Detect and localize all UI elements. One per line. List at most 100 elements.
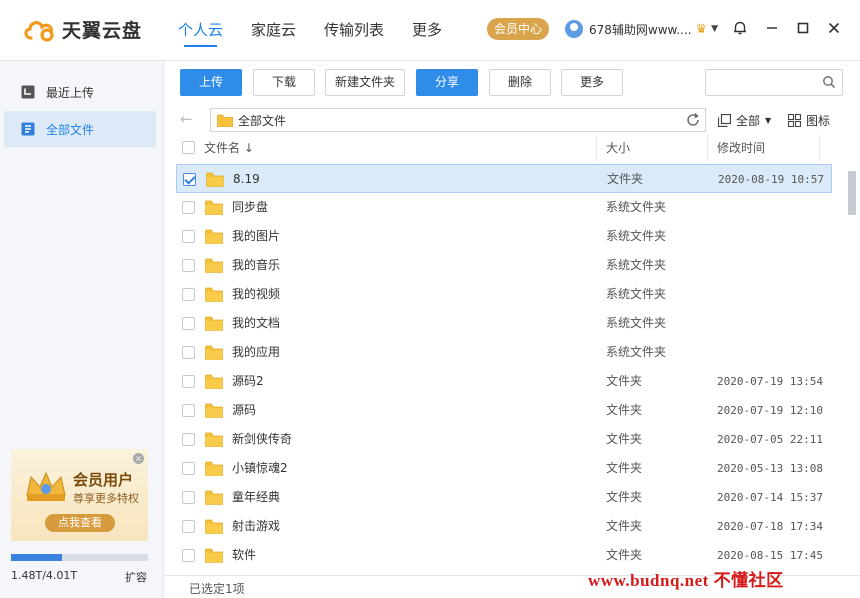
folder-icon (205, 490, 223, 505)
title-bar: 天翼云盘 个人云 家庭云 传输列表 更多 会员中心 678辅助网www.... … (0, 0, 860, 61)
column-divider[interactable] (819, 135, 820, 161)
refresh-icon[interactable] (685, 112, 701, 128)
column-header-name[interactable]: 文件名 ↓ (204, 135, 254, 161)
column-divider[interactable] (596, 135, 597, 161)
filter-label: 全部 (736, 114, 761, 128)
file-modified-date: 2020-05-13 13:08 (717, 462, 823, 475)
close-icon[interactable]: × (133, 453, 144, 464)
table-row[interactable]: 8.19 文件夹 2020-08-19 10:57 (176, 164, 832, 193)
column-header-modified[interactable]: 修改时间 (717, 135, 765, 161)
row-checkbox[interactable] (182, 491, 195, 504)
folder-icon (205, 403, 223, 418)
search-input[interactable] (712, 70, 824, 95)
row-checkbox[interactable] (183, 173, 196, 186)
minimize-icon[interactable] (760, 16, 784, 40)
main-nav: 个人云 家庭云 传输列表 更多 (178, 0, 470, 61)
watermark: www.budnq.net 不懂社区 (588, 571, 784, 590)
file-modified-date: 2020-07-14 15:37 (717, 491, 823, 504)
user-menu[interactable]: 678辅助网www.... ♛ ▼ (565, 18, 718, 40)
view-mode-toggle[interactable]: 图标 (788, 112, 830, 129)
file-name: 我的文档 (232, 316, 281, 330)
row-checkbox[interactable] (182, 201, 195, 214)
sidebar-item-label: 最近上传 (46, 85, 95, 100)
nav-more[interactable]: 更多 (412, 0, 442, 61)
row-checkbox[interactable] (182, 317, 195, 330)
download-button[interactable]: 下载 (253, 69, 315, 96)
nav-transfer-list[interactable]: 传输列表 (324, 0, 384, 61)
folder-icon (205, 519, 223, 534)
more-button[interactable]: 更多 (561, 69, 623, 96)
recent-upload-icon (20, 84, 36, 100)
file-name: 源码2 (232, 374, 264, 388)
row-checkbox[interactable] (182, 520, 195, 533)
table-row[interactable]: 同步盘 系统文件夹 (176, 193, 832, 222)
file-list: 8.19 文件夹 2020-08-19 10:57 同步盘 系统文件夹 我的图片 系统文件夹… (164, 161, 832, 575)
nav-personal-cloud[interactable]: 个人云 (178, 0, 223, 61)
row-checkbox[interactable] (182, 549, 195, 562)
file-name: 我的音乐 (232, 258, 281, 272)
table-row[interactable]: 小镇惊魂2 文件夹 2020-05-13 13:08 (176, 454, 832, 483)
delete-button[interactable]: 删除 (489, 69, 551, 96)
column-header-size[interactable]: 大小 (606, 135, 630, 161)
row-checkbox[interactable] (182, 230, 195, 243)
share-button[interactable]: 分享 (416, 69, 478, 96)
vip-crown-icon (26, 471, 66, 501)
scrollbar[interactable] (846, 161, 856, 575)
row-checkbox[interactable] (182, 375, 195, 388)
toolbar: 上传 下载 新建文件夹 分享 删除 更多 (164, 61, 860, 105)
column-divider[interactable] (707, 135, 708, 161)
row-checkbox[interactable] (182, 404, 195, 417)
expand-storage-link[interactable]: 扩容 (125, 569, 147, 585)
folder-icon (217, 114, 233, 127)
file-list-header: 文件名 ↓ 大小 修改时间 (164, 135, 832, 161)
file-type: 文件夹 (606, 519, 643, 533)
table-row[interactable]: 童年经典 文件夹 2020-07-14 15:37 (176, 483, 832, 512)
column-header-label: 文件名 (204, 141, 241, 155)
promo-title: 会员用户 (73, 471, 134, 489)
vip-promo-banner[interactable]: × 会员用户 尊享更多特权 点我查看 (11, 449, 148, 541)
close-icon[interactable] (822, 16, 846, 40)
file-type: 文件夹 (606, 490, 643, 504)
filter-dropdown[interactable]: 全部 ▼ (718, 112, 771, 129)
nav-family-cloud[interactable]: 家庭云 (251, 0, 296, 61)
back-arrow-icon[interactable]: ← (180, 110, 193, 128)
row-checkbox[interactable] (182, 462, 195, 475)
scrollbar-thumb[interactable] (848, 171, 856, 215)
upload-button[interactable]: 上传 (180, 69, 242, 96)
vip-center-button[interactable]: 会员中心 (487, 18, 549, 40)
storage-progress-fill (11, 554, 62, 561)
row-checkbox[interactable] (182, 288, 195, 301)
row-checkbox[interactable] (182, 259, 195, 272)
table-row[interactable]: 源码 文件夹 2020-07-19 12:10 (176, 396, 832, 425)
file-type: 系统文件夹 (606, 229, 667, 243)
folder-icon (205, 432, 223, 447)
table-row[interactable]: 我的音乐 系统文件夹 (176, 251, 832, 280)
bell-icon[interactable] (728, 16, 752, 40)
search-icon[interactable] (822, 75, 836, 89)
row-checkbox[interactable] (182, 433, 195, 446)
maximize-icon[interactable] (791, 16, 815, 40)
table-row[interactable]: 我的视频 系统文件夹 (176, 280, 832, 309)
file-type: 文件夹 (606, 374, 643, 388)
row-checkbox[interactable] (182, 346, 195, 359)
file-type: 系统文件夹 (606, 345, 667, 359)
file-name: 我的视频 (232, 287, 281, 301)
sidebar-item-label: 全部文件 (46, 122, 95, 137)
table-row[interactable]: 源码2 文件夹 2020-07-19 13:54 (176, 367, 832, 396)
promo-view-button[interactable]: 点我查看 (45, 514, 115, 532)
sidebar-item-recent-upload[interactable]: 最近上传 (4, 74, 156, 110)
file-type: 系统文件夹 (606, 316, 667, 330)
table-row[interactable]: 我的文档 系统文件夹 (176, 309, 832, 338)
table-row[interactable]: 射击游戏 文件夹 2020-07-18 17:34 (176, 512, 832, 541)
file-modified-date: 2020-08-19 10:57 (718, 173, 824, 186)
select-all-checkbox[interactable] (182, 141, 195, 154)
table-row[interactable]: 我的应用 系统文件夹 (176, 338, 832, 367)
table-row[interactable]: 我的图片 系统文件夹 (176, 222, 832, 251)
file-type: 系统文件夹 (606, 258, 667, 272)
breadcrumb-item[interactable]: 全部文件 (238, 112, 286, 129)
new-folder-button[interactable]: 新建文件夹 (325, 69, 405, 96)
table-row[interactable]: 新剑侠传奇 文件夹 2020-07-05 22:11 (176, 425, 832, 454)
search-box[interactable] (705, 69, 843, 96)
sidebar-item-all-files[interactable]: 全部文件 (4, 111, 156, 147)
file-type: 文件夹 (606, 403, 643, 417)
